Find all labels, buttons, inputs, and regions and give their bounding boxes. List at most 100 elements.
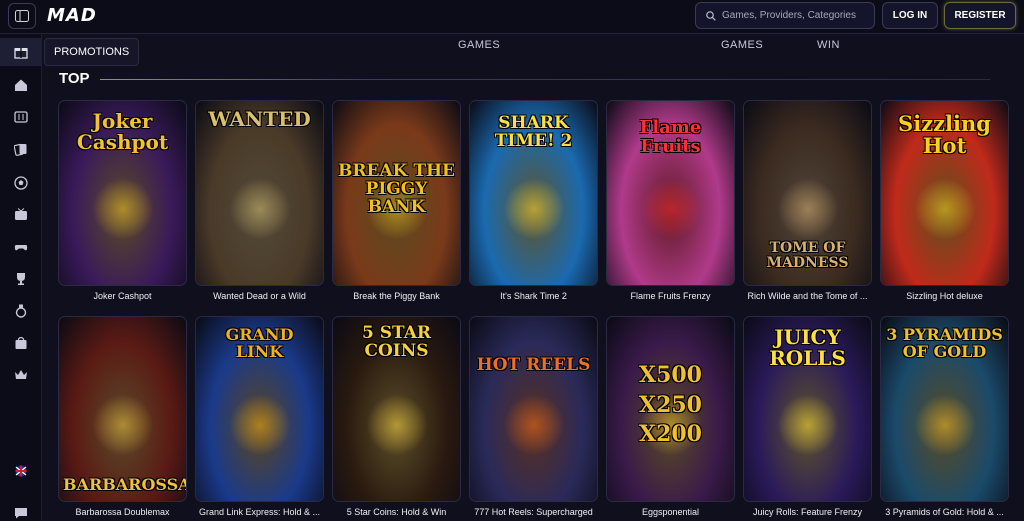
game-thumbnail[interactable]: WANTED [195, 100, 324, 286]
game-art-emblem [778, 395, 838, 455]
game-title[interactable]: Barbarossa Doublemax [58, 507, 187, 517]
sidebar-item-home[interactable] [12, 76, 30, 94]
game-title[interactable]: Break the Piggy Bank [332, 291, 461, 301]
game-card[interactable]: BARBAROSSA Barbarossa Doublemax [58, 316, 187, 517]
game-title[interactable]: 3 Pyramids of Gold: Hold & ... [880, 507, 1009, 517]
game-card[interactable]: WANTED Wanted Dead or a Wild [195, 100, 324, 301]
sidebar-item-promotions[interactable] [0, 38, 42, 66]
trophy-icon [17, 273, 25, 285]
game-title[interactable]: Wanted Dead or a Wild [195, 291, 324, 301]
chat-icon [15, 508, 27, 519]
sidebar [0, 34, 42, 521]
game-thumbnail[interactable]: BARBAROSSA [58, 316, 187, 502]
game-thumbnail[interactable]: X500 X250 X200 [606, 316, 735, 502]
game-title[interactable]: Joker Cashpot [58, 291, 187, 301]
game-art-title: Flame Fruits [639, 117, 702, 157]
sidebar-item-language[interactable] [12, 462, 30, 480]
flag-uk-icon [15, 465, 27, 477]
game-art-emblem [93, 179, 153, 239]
game-title[interactable]: Sizzling Hot deluxe [880, 291, 1009, 301]
crown-icon [15, 370, 27, 379]
game-title[interactable]: Rich Wilde and the Tome of ... [743, 291, 872, 301]
sidebar-item-vip[interactable] [12, 366, 30, 384]
gamepad-icon [14, 245, 28, 251]
game-card[interactable]: 3 PYRAMIDS OF GOLD 3 Pyramids of Gold: H… [880, 316, 1009, 517]
game-card[interactable]: BREAK THE PIGGY BANK Break the Piggy Ban… [332, 100, 461, 301]
game-art-title: JUICY ROLLS [769, 325, 846, 370]
cards-icon [14, 143, 27, 156]
game-thumbnail[interactable]: Sizzling Hot [880, 100, 1009, 286]
game-thumbnail[interactable]: 3 PYRAMIDS OF GOLD [880, 316, 1009, 502]
medal-icon [15, 304, 27, 318]
game-card[interactable]: JUICY ROLLS Juicy Rolls: Feature Frenzy [743, 316, 872, 517]
game-title[interactable]: Eggsponential [606, 507, 735, 517]
sidebar-item-slots[interactable] [12, 108, 30, 126]
game-card[interactable]: Sizzling Hot Sizzling Hot deluxe [880, 100, 1009, 301]
game-art-emblem [504, 179, 564, 239]
category-label-games-2[interactable]: GAMES [721, 39, 763, 51]
home-icon [15, 79, 27, 91]
game-thumbnail[interactable]: HOT REELS [469, 316, 598, 502]
top-header: MAD LOG IN REGISTER [0, 0, 1024, 34]
game-title[interactable]: It's Shark Time 2 [469, 291, 598, 301]
game-art-emblem [504, 395, 564, 455]
game-art-title: GRAND LINK [225, 325, 294, 361]
site-logo[interactable]: MAD [47, 5, 97, 26]
sidebar-item-live[interactable] [12, 206, 30, 224]
sidebar-item-cards[interactable] [12, 140, 30, 158]
game-card[interactable]: Joker Cashpot Joker Cashpot [58, 100, 187, 301]
game-card[interactable]: SHARK TIME! 2 It's Shark Time 2 [469, 100, 598, 301]
register-button[interactable]: REGISTER [944, 2, 1016, 29]
game-art-emblem [93, 395, 153, 455]
game-art-emblem [641, 179, 701, 239]
game-card[interactable]: HOT REELS 777 Hot Reels: Supercharged [469, 316, 598, 517]
game-card[interactable]: Flame Fruits Flame Fruits Frenzy [606, 100, 735, 301]
game-title[interactable]: Grand Link Express: Hold & ... [195, 507, 324, 517]
sidebar-item-chat[interactable] [12, 504, 30, 521]
gift-icon [14, 48, 28, 59]
search-box[interactable] [695, 2, 875, 29]
sidebar-item-sports[interactable] [12, 174, 30, 192]
game-art-title: WANTED [208, 107, 311, 131]
sidebar-item-esports[interactable] [12, 238, 30, 256]
sidebar-item-shop[interactable] [12, 334, 30, 352]
game-art-title: Joker Cashpot [76, 109, 169, 154]
game-thumbnail[interactable]: Joker Cashpot [58, 100, 187, 286]
game-art-emblem [230, 395, 290, 455]
game-art-title: BARBAROSSA [63, 475, 187, 494]
category-label-games[interactable]: GAMES [458, 39, 500, 51]
game-art-title: BREAK THE PIGGY BANK [337, 161, 455, 217]
game-thumbnail[interactable]: JUICY ROLLS [743, 316, 872, 502]
bag-icon [15, 336, 27, 349]
promotions-tooltip: PROMOTIONS [44, 38, 140, 66]
game-art-emblem [230, 179, 290, 239]
game-art-title: X500 X250 X200 [639, 362, 702, 448]
sidebar-item-achievements[interactable] [12, 302, 30, 320]
game-thumbnail[interactable]: 5 STAR COINS [332, 316, 461, 502]
game-title[interactable]: Flame Fruits Frenzy [606, 291, 735, 301]
game-art-title: 5 STAR COINS [361, 323, 432, 361]
tv-icon [15, 208, 27, 220]
game-title[interactable]: 5 Star Coins: Hold & Win [332, 507, 461, 517]
category-label-win[interactable]: WIN [817, 39, 840, 51]
game-title[interactable]: 777 Hot Reels: Supercharged [469, 507, 598, 517]
section-divider [100, 79, 990, 80]
game-art-title: HOT REELS [476, 355, 591, 375]
login-button[interactable]: LOG IN [882, 2, 938, 29]
game-art-emblem [367, 395, 427, 455]
game-card[interactable]: TOME OF MADNESS Rich Wilde and the Tome … [743, 100, 872, 301]
sidebar-toggle-button[interactable] [8, 3, 36, 29]
game-card[interactable]: X500 X250 X200 Eggsponential [606, 316, 735, 517]
game-title[interactable]: Juicy Rolls: Feature Frenzy [743, 507, 872, 517]
game-thumbnail[interactable]: Flame Fruits [606, 100, 735, 286]
sidebar-item-tournaments[interactable] [12, 270, 30, 288]
section-title: TOP [59, 70, 90, 87]
game-card[interactable]: GRAND LINK Grand Link Express: Hold & ..… [195, 316, 324, 517]
game-card[interactable]: 5 STAR COINS 5 Star Coins: Hold & Win [332, 316, 461, 517]
game-thumbnail[interactable]: BREAK THE PIGGY BANK [332, 100, 461, 286]
search-input[interactable] [722, 10, 867, 21]
game-thumbnail[interactable]: SHARK TIME! 2 [469, 100, 598, 286]
game-thumbnail[interactable]: TOME OF MADNESS [743, 100, 872, 286]
search-icon [706, 10, 716, 21]
game-thumbnail[interactable]: GRAND LINK [195, 316, 324, 502]
